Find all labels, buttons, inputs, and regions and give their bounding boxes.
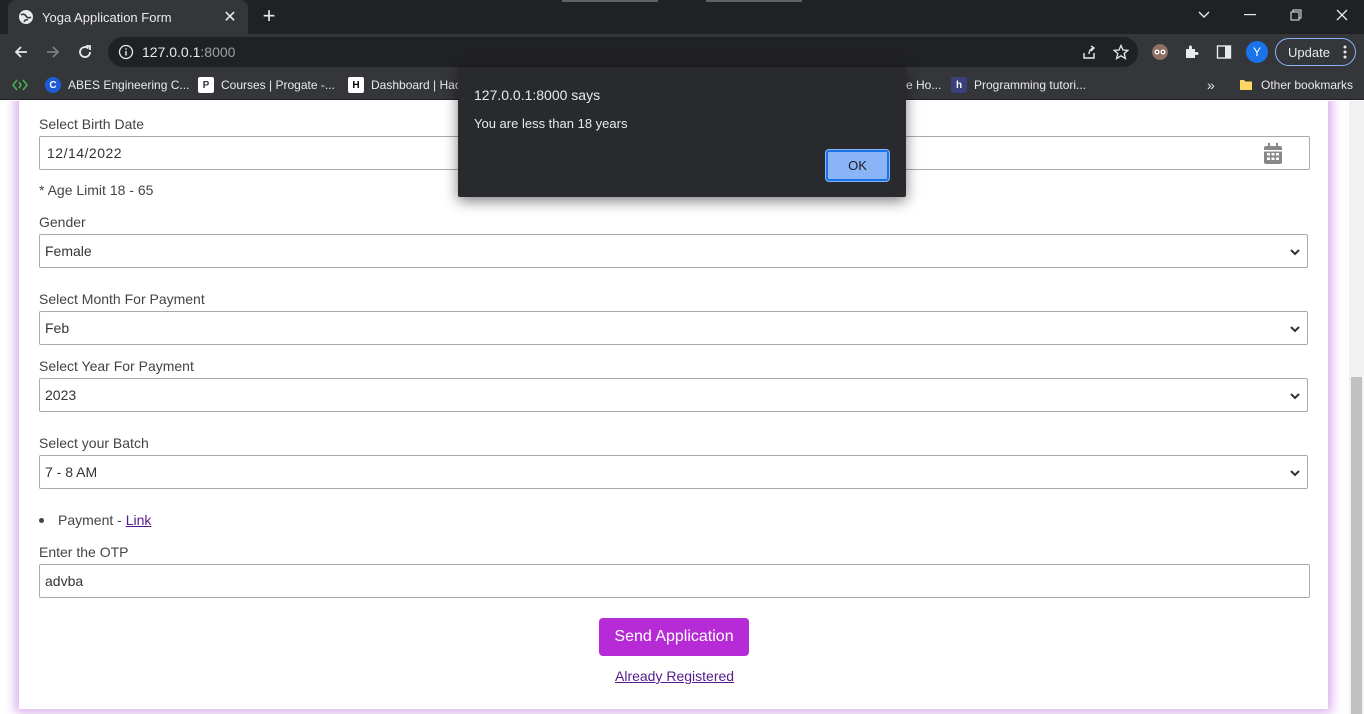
chevron-down-icon [1289, 466, 1301, 482]
payment-line: Payment - Link [39, 512, 151, 528]
site-info-icon[interactable] [118, 44, 134, 60]
back-arrow-icon[interactable] [9, 40, 33, 64]
tab-strip: Yoga Application Form ✕ + [0, 0, 1364, 34]
bookmark-item[interactable]: e Ho... [906, 75, 941, 95]
bookmarks-overflow-button[interactable]: » [1207, 75, 1215, 95]
tab-strip-shadow [562, 0, 658, 2]
dialog-message: You are less than 18 years [474, 116, 628, 131]
profile-avatar[interactable]: Y [1246, 41, 1268, 63]
bookmark-label: Courses | Progate -... [221, 78, 335, 92]
otp-label: Enter the OTP [39, 544, 129, 560]
payment-month-label: Select Month For Payment [39, 291, 205, 307]
hackerrank-logo-icon: H [348, 77, 364, 93]
send-application-button[interactable]: Send Application [599, 618, 749, 656]
page-scrollbar[interactable] [1349, 101, 1364, 714]
gender-value: Female [45, 243, 92, 259]
bullet-icon [39, 517, 44, 523]
alert-dialog: 127.0.0.1:8000 says You are less than 18… [458, 67, 906, 197]
extensions-puzzle-icon[interactable] [1180, 40, 1204, 64]
tab-search-chevron-icon[interactable] [1181, 0, 1227, 30]
reload-icon[interactable] [73, 40, 97, 64]
update-button[interactable]: Update [1275, 38, 1356, 66]
new-tab-button[interactable]: + [258, 5, 280, 28]
payment-year-select[interactable]: 2023 [39, 378, 1308, 412]
gender-label: Gender [39, 214, 86, 230]
otp-value: advba [45, 573, 84, 589]
payment-link[interactable]: Link [126, 512, 152, 528]
gender-select[interactable]: Female [39, 234, 1308, 268]
browser-tab-active[interactable]: Yoga Application Form ✕ [8, 0, 248, 34]
otp-input[interactable]: advba [39, 564, 1310, 598]
payment-year-value: 2023 [45, 387, 77, 403]
code-icon [12, 77, 28, 93]
close-window-button[interactable] [1319, 0, 1364, 30]
already-registered-link[interactable]: Already Registered [615, 668, 734, 684]
dialog-title: 127.0.0.1:8000 says [474, 87, 601, 103]
browser-toolbar: 127.0.0.1:8000 [0, 34, 1364, 70]
payment-year-label: Select Year For Payment [39, 358, 194, 374]
globe-icon [18, 9, 34, 25]
bookmark-label: ABES Engineering C... [68, 78, 190, 92]
bookmark-item[interactable] [12, 75, 35, 95]
tab-title: Yoga Application Form [42, 9, 172, 25]
progate-logo-icon: P [198, 77, 214, 93]
dialog-ok-button[interactable]: OK [826, 150, 889, 181]
bookmark-star-icon[interactable] [1109, 40, 1133, 64]
folder-icon [1238, 77, 1254, 93]
other-bookmarks[interactable]: Other bookmarks [1238, 75, 1353, 95]
more-menu-icon[interactable] [1343, 45, 1347, 62]
share-icon[interactable] [1077, 40, 1101, 64]
chevron-down-icon [1289, 322, 1301, 338]
abes-logo-icon: C [45, 77, 61, 93]
bookmark-label: e Ho... [906, 78, 942, 92]
bookmark-item[interactable]: h Programming tutori... [951, 75, 1086, 95]
forward-arrow-icon[interactable] [41, 40, 65, 64]
url-text: 127.0.0.1:8000 [142, 44, 236, 60]
bookmark-item[interactable]: H Dashboard | Hac [348, 75, 461, 95]
chevron-down-icon [1289, 389, 1301, 405]
minimize-button[interactable] [1227, 0, 1273, 30]
chevron-down-icon [1289, 245, 1301, 261]
other-bookmarks-label: Other bookmarks [1261, 78, 1354, 92]
restore-button[interactable] [1273, 0, 1319, 30]
batch-label: Select your Batch [39, 435, 149, 451]
close-tab-icon[interactable]: ✕ [222, 7, 238, 27]
payment-month-select[interactable]: Feb [39, 311, 1308, 345]
batch-select[interactable]: 7 - 8 AM [39, 455, 1308, 489]
tutorial-site-icon: h [951, 77, 967, 93]
bookmark-item[interactable]: P Courses | Progate -... [198, 75, 335, 95]
calendar-icon[interactable] [1263, 143, 1283, 168]
extension-spy-icon[interactable] [1148, 40, 1172, 64]
bookmark-label: Dashboard | Hac [371, 78, 461, 92]
tab-strip-shadow [706, 0, 802, 2]
birth-date-value: 12/14/2022 [47, 145, 123, 161]
update-label: Update [1288, 44, 1330, 60]
birth-date-label: Select Birth Date [39, 116, 145, 132]
payment-prefix: Payment - [58, 512, 126, 528]
age-limit-note: * Age Limit 18 - 65 [39, 182, 154, 198]
payment-month-value: Feb [45, 320, 70, 336]
batch-value: 7 - 8 AM [45, 464, 98, 480]
bookmark-item[interactable]: C ABES Engineering C... [45, 75, 189, 95]
side-panel-icon[interactable] [1212, 40, 1236, 64]
bookmark-label: Programming tutori... [974, 78, 1087, 92]
address-bar[interactable]: 127.0.0.1:8000 [108, 37, 1138, 67]
scrollbar-thumb[interactable] [1351, 377, 1362, 714]
